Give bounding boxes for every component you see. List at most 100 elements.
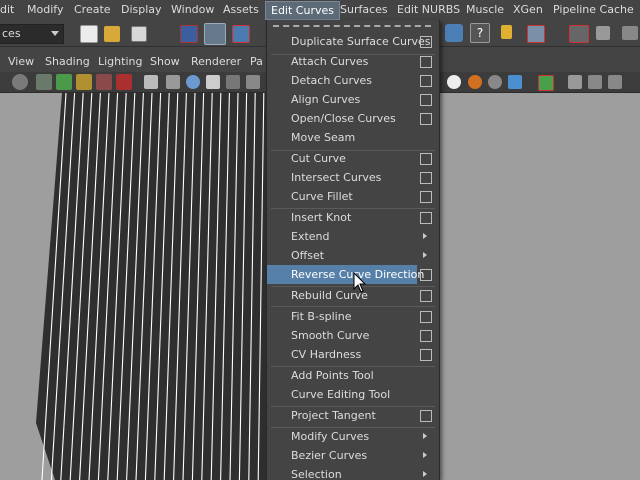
option-box-icon[interactable] [420, 191, 432, 203]
menu-item-open-close-curves[interactable]: Open/Close Curves [267, 109, 439, 128]
image-plane-icon[interactable] [56, 74, 72, 90]
menu-window[interactable]: Window [171, 3, 214, 16]
menu-item-move-seam[interactable]: Move Seam [267, 128, 439, 147]
option-box-icon[interactable] [420, 113, 432, 125]
menu-item-attach-curves[interactable]: Attach Curves [267, 52, 439, 71]
option-box-icon[interactable] [420, 75, 432, 87]
menu-item-smooth-curve[interactable]: Smooth Curve [267, 326, 439, 345]
sphere-icon[interactable] [447, 75, 461, 89]
menu-item-align-curves[interactable]: Align Curves [267, 90, 439, 109]
shadows-icon[interactable] [246, 75, 260, 89]
select-component-icon[interactable] [232, 25, 250, 43]
mouse-pointer-icon [353, 272, 367, 293]
reverse-curve-direction-options[interactable] [417, 265, 439, 284]
wireframe-icon[interactable] [166, 75, 180, 89]
isolate-select-icon[interactable] [538, 75, 554, 91]
menu-item-detach-curves[interactable]: Detach Curves [267, 71, 439, 90]
2d-pan-zoom-icon[interactable] [96, 74, 112, 90]
film-gate-icon[interactable] [116, 74, 132, 90]
camera-attributes-icon[interactable] [12, 74, 28, 90]
save-scene-icon[interactable] [131, 26, 147, 42]
menu-item-extend[interactable]: Extend [267, 227, 439, 246]
menu-display[interactable]: Display [121, 3, 162, 16]
snap-icon[interactable] [445, 24, 463, 42]
grease-pencil-icon[interactable] [76, 74, 92, 90]
mode-selector[interactable]: ces [0, 24, 64, 44]
render-settings-icon[interactable] [596, 26, 610, 40]
submenu-arrow-icon [423, 233, 427, 239]
menu-pipeline-cache[interactable]: Pipeline Cache [553, 3, 634, 16]
ambient-occlusion-icon[interactable] [488, 75, 502, 89]
camera-icon[interactable] [622, 26, 638, 40]
edit-curves-menu: Duplicate Surface Curves Attach Curves D… [266, 20, 440, 480]
panel-menu-renderer[interactable]: Renderer [191, 55, 241, 68]
panel-menu-shading[interactable]: Shading [45, 55, 90, 68]
menu-bar: dit Modify Create Display Window Assets … [0, 0, 640, 21]
option-box-icon[interactable] [420, 269, 432, 281]
option-box-icon[interactable] [420, 36, 432, 48]
option-box-icon[interactable] [420, 311, 432, 323]
menu-item-offset[interactable]: Offset [267, 246, 439, 265]
menu-item-curve-editing-tool[interactable]: Curve Editing Tool [267, 385, 439, 404]
option-box-icon[interactable] [420, 172, 432, 184]
xray-joints-icon[interactable] [588, 75, 602, 89]
option-box-icon[interactable] [420, 153, 432, 165]
menu-assets[interactable]: Assets [223, 3, 259, 16]
submenu-arrow-icon [423, 252, 427, 258]
new-scene-icon[interactable] [80, 25, 98, 43]
option-box-icon[interactable] [420, 94, 432, 106]
shading-icon[interactable] [186, 75, 200, 89]
select-hierarchy-icon[interactable] [180, 25, 198, 43]
option-box-icon[interactable] [420, 290, 432, 302]
option-box-icon[interactable] [420, 410, 432, 422]
chevron-down-icon [51, 31, 59, 36]
ipr-icon[interactable] [569, 25, 589, 43]
menu-item-modify-curves[interactable]: Modify Curves [267, 427, 439, 446]
bookmark-icon[interactable] [36, 74, 52, 90]
menu-xgen[interactable]: XGen [513, 3, 543, 16]
menu-item-insert-knot[interactable]: Insert Knot [267, 208, 439, 227]
panel-menu-panels[interactable]: Pa [250, 55, 263, 68]
menu-item-curve-fillet[interactable]: Curve Fillet [267, 187, 439, 206]
menu-muscle[interactable]: Muscle [466, 3, 504, 16]
panel-menu-show[interactable]: Show [150, 55, 180, 68]
tear-off-line[interactable] [273, 25, 431, 27]
grid-icon[interactable] [144, 75, 158, 89]
submenu-arrow-icon [423, 433, 427, 439]
menu-item-bezier-curves[interactable]: Bezier Curves [267, 446, 439, 465]
option-box-icon[interactable] [420, 330, 432, 342]
menu-item-project-tangent[interactable]: Project Tangent [267, 406, 439, 425]
texture-icon[interactable] [206, 75, 220, 89]
menu-edit[interactable]: dit [0, 3, 14, 16]
option-box-icon[interactable] [420, 349, 432, 361]
xray-components-icon[interactable] [608, 75, 622, 89]
motion-blur-icon[interactable] [508, 75, 522, 89]
light-icon[interactable] [226, 75, 240, 89]
menu-surfaces[interactable]: Surfaces [340, 3, 388, 16]
lock-icon[interactable] [501, 25, 512, 39]
render-icon[interactable] [527, 25, 545, 43]
submenu-arrow-icon [423, 471, 427, 477]
menu-item-intersect-curves[interactable]: Intersect Curves [267, 168, 439, 187]
menu-edit-nurbs[interactable]: Edit NURBS [397, 3, 460, 16]
menu-modify[interactable]: Modify [27, 3, 63, 16]
select-object-icon[interactable] [204, 23, 226, 45]
xray-icon[interactable] [568, 75, 582, 89]
menu-create[interactable]: Create [74, 3, 111, 16]
material-icon[interactable] [468, 75, 482, 89]
menu-edit-curves[interactable]: Edit Curves [265, 1, 340, 20]
option-box-icon[interactable] [420, 56, 432, 68]
menu-item-duplicate-surface-curves[interactable]: Duplicate Surface Curves [267, 32, 439, 51]
panel-menu-view[interactable]: View [8, 55, 34, 68]
menu-item-cut-curve[interactable]: Cut Curve [267, 149, 439, 168]
panel-menu-lighting[interactable]: Lighting [98, 55, 142, 68]
menu-item-add-points-tool[interactable]: Add Points Tool [267, 366, 439, 385]
menu-item-fit-b-spline[interactable]: Fit B-spline [267, 307, 439, 326]
menu-item-cv-hardness[interactable]: CV Hardness [267, 345, 439, 364]
menu-item-reverse-curve-direction[interactable]: Reverse Curve Direction [267, 265, 424, 284]
open-scene-icon[interactable] [104, 26, 120, 42]
help-icon[interactable]: ? [470, 23, 490, 43]
mode-selector-value: ces [2, 27, 21, 40]
option-box-icon[interactable] [420, 212, 432, 224]
menu-item-selection[interactable]: Selection [267, 465, 439, 480]
